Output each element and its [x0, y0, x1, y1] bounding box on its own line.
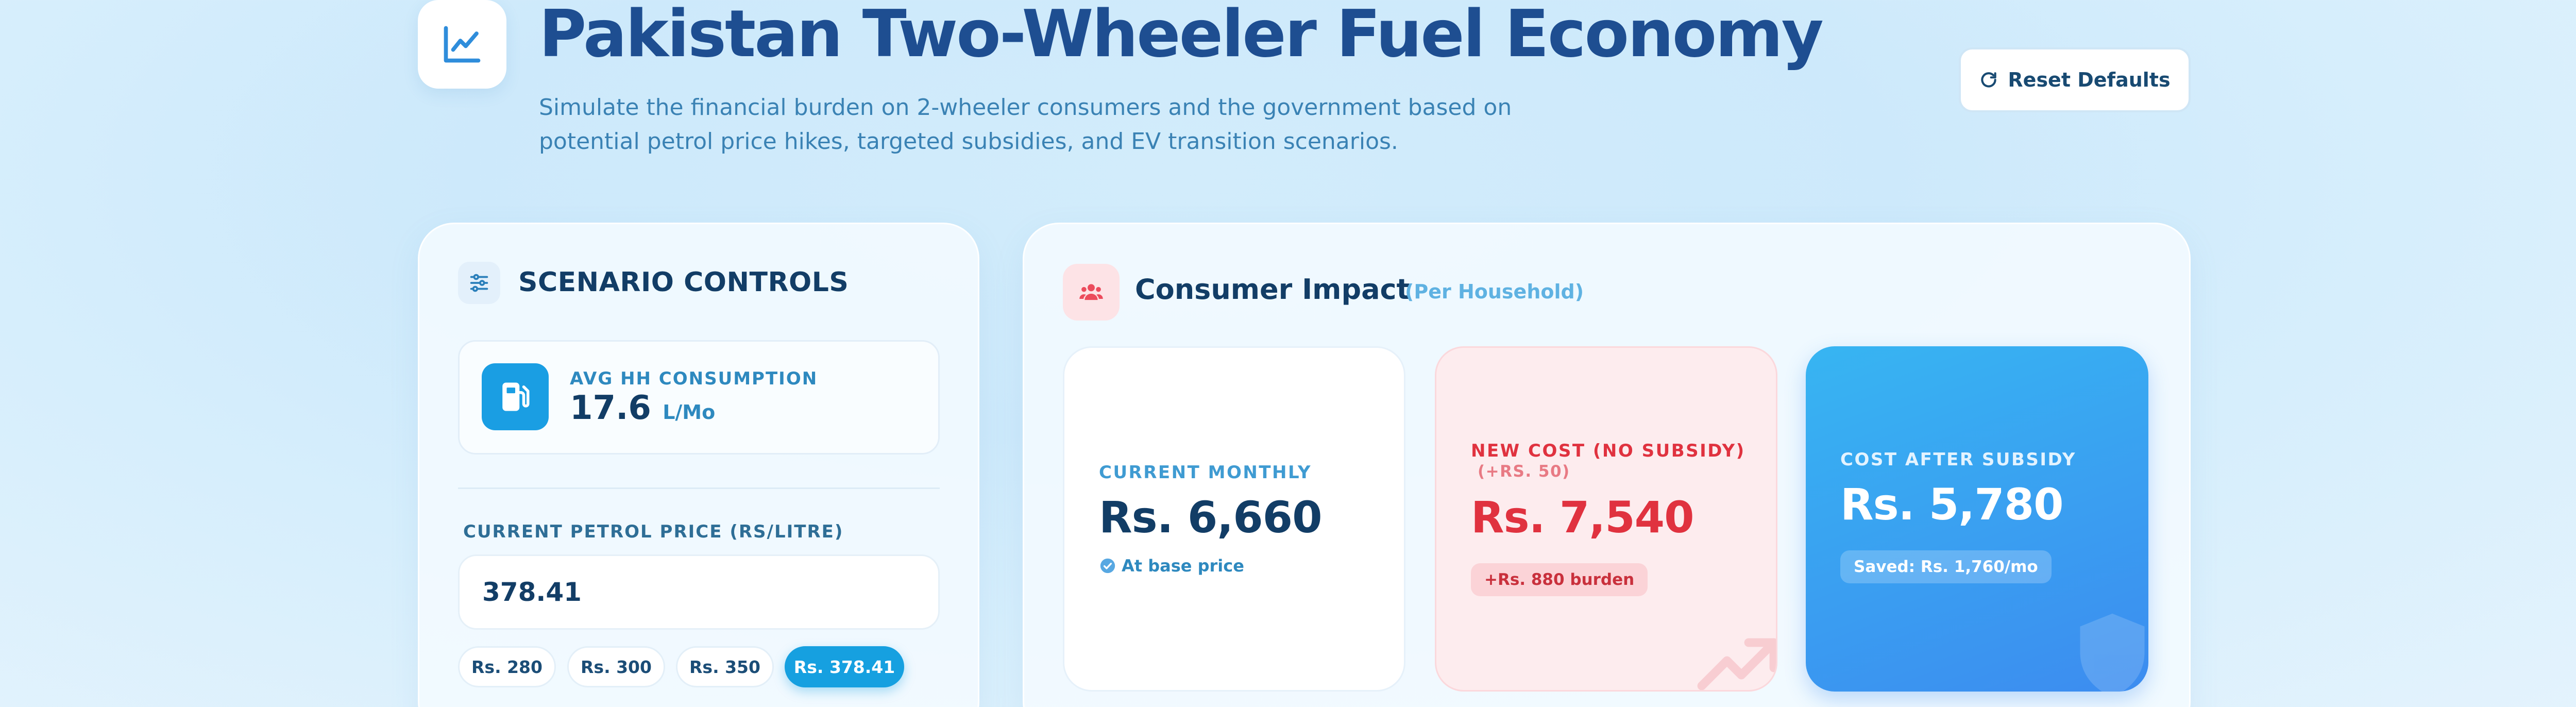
burden-badge: +Rs. 880 burden [1471, 563, 1648, 596]
users-icon [1063, 264, 1120, 321]
new-cost-card: NEW COST (NO SUBSIDY) (+RS. 50) Rs. 7,54… [1435, 346, 1777, 692]
after-subsidy-value: Rs. 5,780 [1840, 479, 2064, 530]
after-subsidy-label: COST AFTER SUBSIDY [1840, 449, 2076, 470]
preset-chip-378-41[interactable]: Rs. 378.41 [785, 646, 904, 687]
line-chart-icon [444, 26, 481, 63]
fuel-pump-icon [482, 363, 549, 430]
preset-chip-350[interactable]: Rs. 350 [676, 646, 774, 687]
app-logo [418, 0, 506, 89]
consumption-label: AVG HH CONSUMPTION [570, 368, 818, 389]
base-price-note: At base price [1099, 556, 1244, 576]
current-monthly-label: CURRENT MONTHLY [1099, 462, 1312, 483]
consumer-impact-title: Consumer Impact [1135, 273, 1410, 306]
check-circle-icon [1100, 558, 1115, 574]
scenario-controls-title: SCENARIO CONTROLS [518, 267, 849, 298]
preset-chip-280[interactable]: Rs. 280 [458, 646, 556, 687]
sliders-icon [458, 262, 500, 304]
savings-badge: Saved: Rs. 1,760/mo [1840, 550, 2052, 583]
reset-defaults-button[interactable]: Reset Defaults [1959, 47, 2191, 112]
reset-defaults-label: Reset Defaults [2008, 69, 2171, 91]
after-subsidy-card: COST AFTER SUBSIDY Rs. 5,780 Saved: Rs. … [1806, 346, 2148, 692]
shield-icon [2080, 613, 2145, 692]
consumption-value: 17.6 [570, 389, 651, 427]
consumption-unit: L/Mo [663, 401, 716, 424]
preset-chip-300[interactable]: Rs. 300 [567, 646, 665, 687]
divider [458, 487, 940, 489]
new-cost-label: NEW COST (NO SUBSIDY) [1471, 441, 1745, 461]
petrol-price-label: CURRENT PETROL PRICE (RS/LITRE) [463, 521, 844, 542]
refresh-icon [1981, 72, 1997, 88]
current-monthly-value: Rs. 6,660 [1099, 492, 1323, 543]
page-title: Pakistan Two-Wheeler Fuel Economy [539, 0, 1824, 72]
current-monthly-card: CURRENT MONTHLY Rs. 6,660 At base price [1063, 346, 1405, 692]
consumption-value-line: 17.6 L/Mo [570, 389, 715, 427]
consumer-impact-subtitle: (Per Household) [1405, 280, 1584, 303]
new-cost-delta: (+RS. 50) [1478, 462, 1570, 481]
petrol-price-input[interactable] [458, 554, 940, 630]
trending-up-icon [1697, 638, 1776, 690]
new-cost-value: Rs. 7,540 [1471, 492, 1694, 543]
page-subtitle: Simulate the financial burden on 2-wheel… [539, 94, 1512, 155]
page: Pakistan Two-Wheeler Fuel Economy Simula… [0, 0, 2576, 707]
base-price-note-text: At base price [1122, 556, 1244, 576]
